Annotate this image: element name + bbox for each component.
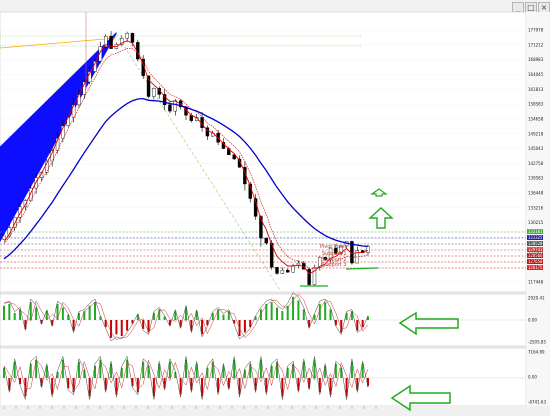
bull-candle bbox=[366, 246, 370, 253]
y-tick-label: 142758 bbox=[528, 161, 544, 166]
y-tick-label: 136448 bbox=[528, 191, 544, 196]
bear-bar bbox=[115, 320, 118, 335]
y-tick-label: 117448 bbox=[528, 280, 544, 285]
y-tick-label: 161813 bbox=[528, 87, 544, 92]
y-tick-label: 133216 bbox=[528, 205, 544, 210]
y-tick-label: 139583 bbox=[528, 176, 544, 181]
bull-bar bbox=[126, 359, 129, 378]
price-tag: 132101 bbox=[527, 229, 544, 234]
bear-candle bbox=[275, 267, 279, 274]
y-tick-label: 177978 bbox=[528, 28, 544, 33]
y-tick-label: -6741.63 bbox=[528, 400, 546, 405]
bull-bar bbox=[61, 307, 64, 320]
bear-candle bbox=[168, 104, 172, 112]
bull-bar bbox=[29, 302, 32, 320]
bull-candle bbox=[173, 100, 177, 112]
price-tag: 126175 bbox=[527, 265, 544, 270]
bull-bar bbox=[217, 309, 220, 320]
bull-bar bbox=[324, 302, 327, 320]
y-tick-label: 164045 bbox=[528, 72, 544, 77]
y-tick-label: 158583 bbox=[528, 102, 544, 107]
y-tick-label: 0.00 bbox=[528, 375, 537, 380]
pivot-point-label: Pivot Point bbox=[320, 244, 347, 250]
time-axis-area bbox=[0, 406, 550, 416]
bull-bar bbox=[276, 307, 278, 320]
trading-chart[interactable]: 177978 171212 168983 164045 161813 158583 1546… bbox=[0, 0, 550, 416]
bear-candle bbox=[286, 269, 290, 273]
y-tick-label: 7164.89 bbox=[528, 350, 545, 355]
y-tick-label: 171212 bbox=[528, 42, 544, 47]
y-tick-label: -2505.85 bbox=[528, 340, 546, 345]
bear-bar bbox=[120, 320, 123, 337]
bull-bar bbox=[286, 305, 289, 320]
y-tick-label: 0.00 bbox=[528, 318, 537, 323]
y-tick-label: 2920.41 bbox=[528, 296, 545, 301]
bull-bar bbox=[56, 303, 59, 320]
bull-bar bbox=[13, 312, 16, 320]
bear-candle bbox=[307, 269, 311, 285]
price-tag: 129743 bbox=[527, 247, 544, 252]
bear-candle bbox=[264, 237, 268, 244]
y-tick-label: 130215 bbox=[528, 220, 544, 225]
price-tag: 131325 bbox=[527, 235, 544, 240]
price-tag: 127650 bbox=[527, 259, 544, 264]
price-tag: 128566 bbox=[527, 253, 544, 258]
bull-candle bbox=[291, 265, 295, 273]
y-tick-label: 145043 bbox=[528, 146, 544, 151]
bull-bar bbox=[222, 314, 225, 320]
y-tick-label: 154658 bbox=[528, 116, 544, 121]
bull-bar bbox=[329, 309, 332, 320]
bull-candle bbox=[125, 33, 129, 39]
bull-candle bbox=[280, 269, 285, 274]
bull-candle bbox=[2, 235, 6, 240]
bull-bar bbox=[270, 302, 273, 320]
price-tag: 130520 bbox=[527, 241, 544, 246]
bear-candle bbox=[130, 33, 135, 43]
bull-bar bbox=[35, 307, 38, 320]
bull-bar bbox=[3, 305, 5, 320]
bear-bar bbox=[243, 320, 246, 333]
bull-candle bbox=[152, 87, 156, 97]
bear-bar bbox=[126, 320, 129, 331]
support-3-label: Support 3 bbox=[322, 262, 347, 268]
y-tick-label: 149218 bbox=[528, 131, 544, 136]
bull-bar bbox=[281, 311, 284, 320]
y-tick-label: 168983 bbox=[528, 57, 544, 62]
bull-bar bbox=[8, 303, 11, 320]
bear-bar bbox=[110, 320, 113, 338]
bull-bar bbox=[297, 300, 300, 320]
bull-bar bbox=[94, 302, 96, 320]
